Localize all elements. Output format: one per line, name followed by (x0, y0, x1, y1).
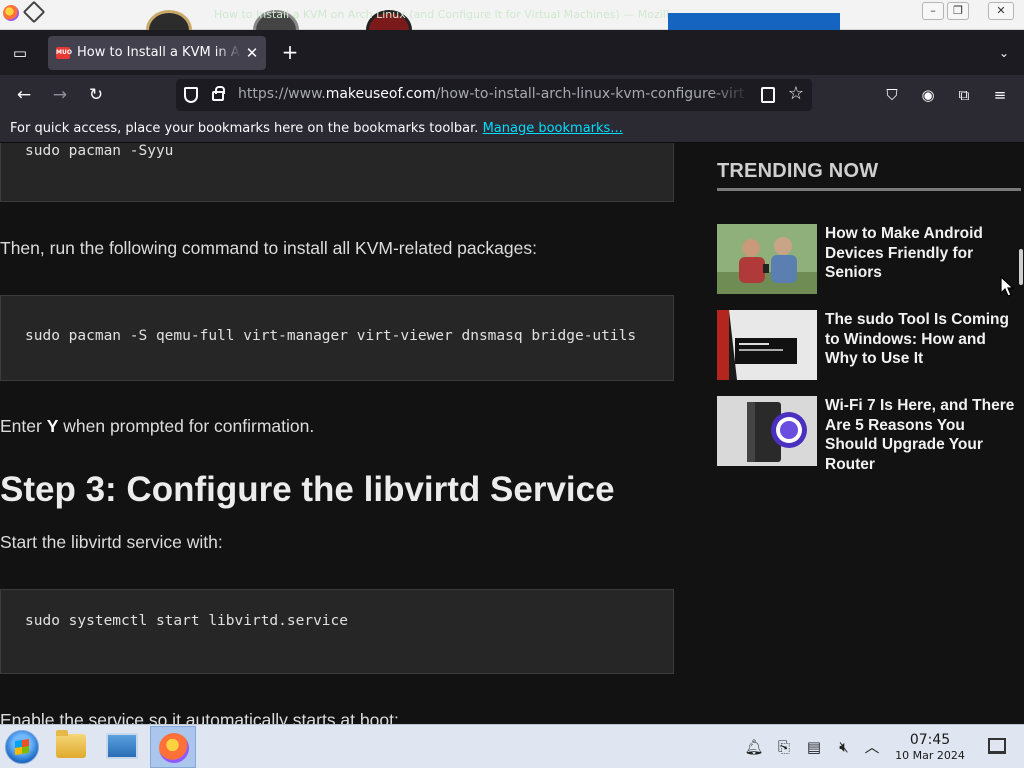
trending-now-heading: TRENDING NOW (717, 160, 879, 182)
clock-date[interactable]: 10 Mar 2024 (895, 749, 965, 762)
tab-title: How to Install a KVM in Arch Linux (77, 45, 241, 60)
usb-icon[interactable]: ⎘ (774, 737, 794, 757)
background-thumbnails: How to Install a KVM on Arch Linux (and … (48, 0, 668, 30)
url-domain: makeuseof.com (325, 86, 436, 102)
tab-active[interactable]: MUO How to Install a KVM in Arch Linux ✕ (48, 36, 266, 70)
start-button[interactable] (5, 730, 39, 764)
sudo-terminal-image (717, 310, 817, 380)
tab-strip: ▭ MUO How to Install a KVM in Arch Linux… (0, 30, 1024, 75)
tab-close-button[interactable]: ✕ (244, 44, 260, 62)
window-title: How to Install a KVM on Arch Linux (and … (214, 8, 668, 21)
url-prefix: https://www. (238, 86, 326, 102)
trending-item-title[interactable]: The sudo Tool Is Coming to Windows: How … (825, 310, 1021, 369)
computer-icon (106, 733, 138, 759)
taskbar: 🔔︎ ⎘ ▤ 🔇︎ ︿ 07:45 10 Mar 2024 (0, 724, 1024, 768)
bookmarks-message: For quick access, place your bookmarks h… (10, 121, 623, 136)
code-line: sudo systemctl start libvirtd.service (25, 613, 349, 629)
bookmarks-toolbar: For quick access, place your bookmarks h… (0, 115, 1024, 143)
article-paragraph: Then, run the following command to insta… (0, 238, 537, 258)
back-button[interactable]: ← (12, 84, 36, 106)
paragraph-text: Enter (0, 416, 47, 436)
reload-button[interactable]: ↻ (84, 84, 108, 106)
article-paragraph: Enter Y when prompted for confirmation. (0, 416, 314, 437)
thumbnail-image (146, 10, 192, 30)
firefox-logo-icon (3, 5, 19, 21)
clipboard-icon[interactable]: ▤ (804, 737, 824, 757)
taskbar-system-settings[interactable] (99, 726, 145, 768)
muo-favicon-icon: MUO (56, 47, 72, 59)
code-block: sudo pacman -S qemu-full virt-manager vi… (0, 295, 674, 381)
trending-item[interactable]: Wi-Fi 7 Is Here, and There Are 5 Reasons… (717, 396, 1021, 473)
manage-bookmarks-link[interactable]: Manage bookmarks... (483, 121, 623, 136)
trending-item-title[interactable]: Wi-Fi 7 Is Here, and There Are 5 Reasons… (825, 396, 1021, 474)
address-bar[interactable]: https://www.makeuseof.com/how-to-install… (176, 79, 812, 111)
code-block: sudo pacman -Syyu (0, 143, 674, 202)
taskbar-file-manager[interactable] (47, 726, 93, 768)
bell-icon[interactable]: 🔔︎ (744, 737, 764, 757)
list-all-tabs-button[interactable]: ⌄ (993, 42, 1015, 64)
code-line: sudo pacman -S qemu-full virt-manager vi… (25, 328, 637, 344)
divider (717, 188, 1021, 191)
taskbar-firefox[interactable] (150, 726, 196, 768)
reader-view-icon[interactable] (761, 87, 775, 103)
mute-icon[interactable]: 🔇︎ (834, 737, 854, 757)
close-window-button[interactable]: ✕ (988, 2, 1014, 20)
titlebar-highlight (668, 13, 840, 30)
app-menu-button[interactable]: ≡ (988, 83, 1012, 107)
minimize-button[interactable]: – (922, 2, 944, 20)
chevron-up-icon[interactable]: ︿ (862, 737, 882, 757)
page-content: sudo pacman -Syyu Then, run the followin… (0, 143, 1024, 724)
window-menu-icon[interactable] (22, 0, 46, 24)
mouse-cursor-icon (1000, 276, 1014, 297)
trending-thumbnail[interactable] (717, 310, 817, 380)
trending-thumbnail[interactable] (717, 224, 817, 294)
firefox-view-button[interactable]: ▭ (8, 42, 32, 64)
page-scrollbar-thumb[interactable] (1019, 249, 1023, 285)
section-heading: Step 3: Configure the libvirtd Service (0, 470, 615, 509)
desktop-screen: How to Install a KVM on Arch Linux (and … (0, 0, 1024, 768)
code-line: sudo pacman -Syyu (25, 143, 174, 159)
trending-item[interactable]: The sudo Tool Is Coming to Windows: How … (717, 310, 1021, 380)
new-tab-button[interactable]: + (279, 41, 301, 63)
paragraph-bold-text: Y (46, 416, 59, 436)
lock-icon[interactable] (212, 86, 225, 101)
navigation-toolbar: ← → ↻ https://www.makeuseof.com/how-to-i… (0, 75, 1024, 115)
url-text[interactable]: https://www.makeuseof.com/how-to-install… (238, 86, 750, 102)
trending-thumbnail[interactable] (717, 396, 817, 466)
wifi7-router-image (717, 396, 817, 466)
window-titlebar: How to Install a KVM on Arch Linux (and … (0, 0, 1024, 30)
article-paragraph: Start the libvirtd service with: (0, 532, 223, 552)
bookmark-star-icon[interactable]: ☆ (785, 82, 807, 106)
extensions-button[interactable]: ⧉ (952, 83, 976, 107)
account-button[interactable]: ◉ (916, 83, 940, 107)
tracking-protection-shield-icon[interactable] (184, 87, 198, 103)
code-block: sudo systemctl start libvirtd.service (0, 589, 674, 674)
trending-item-title[interactable]: How to Make Android Devices Friendly for… (825, 224, 1021, 283)
maximize-button[interactable]: ❐ (947, 2, 969, 20)
folder-icon (56, 730, 86, 758)
clock-time[interactable]: 07:45 (895, 732, 965, 748)
firefox-icon (159, 733, 189, 763)
windows-logo-icon (15, 739, 29, 755)
bookmarks-hint-text: For quick access, place your bookmarks h… (10, 121, 479, 136)
url-path: /how-to-install-arch-linux-kvm-configure… (435, 86, 745, 102)
paragraph-text: when prompted for confirmation. (58, 416, 315, 436)
article-paragraph: Enable the service so it automatically s… (0, 710, 399, 724)
seniors-photo-image (717, 224, 817, 294)
trending-item[interactable]: How to Make Android Devices Friendly for… (717, 224, 1021, 294)
forward-button[interactable]: → (48, 84, 72, 106)
show-desktop-button[interactable] (988, 738, 1006, 754)
pocket-button[interactable]: ⛉ (880, 83, 904, 107)
